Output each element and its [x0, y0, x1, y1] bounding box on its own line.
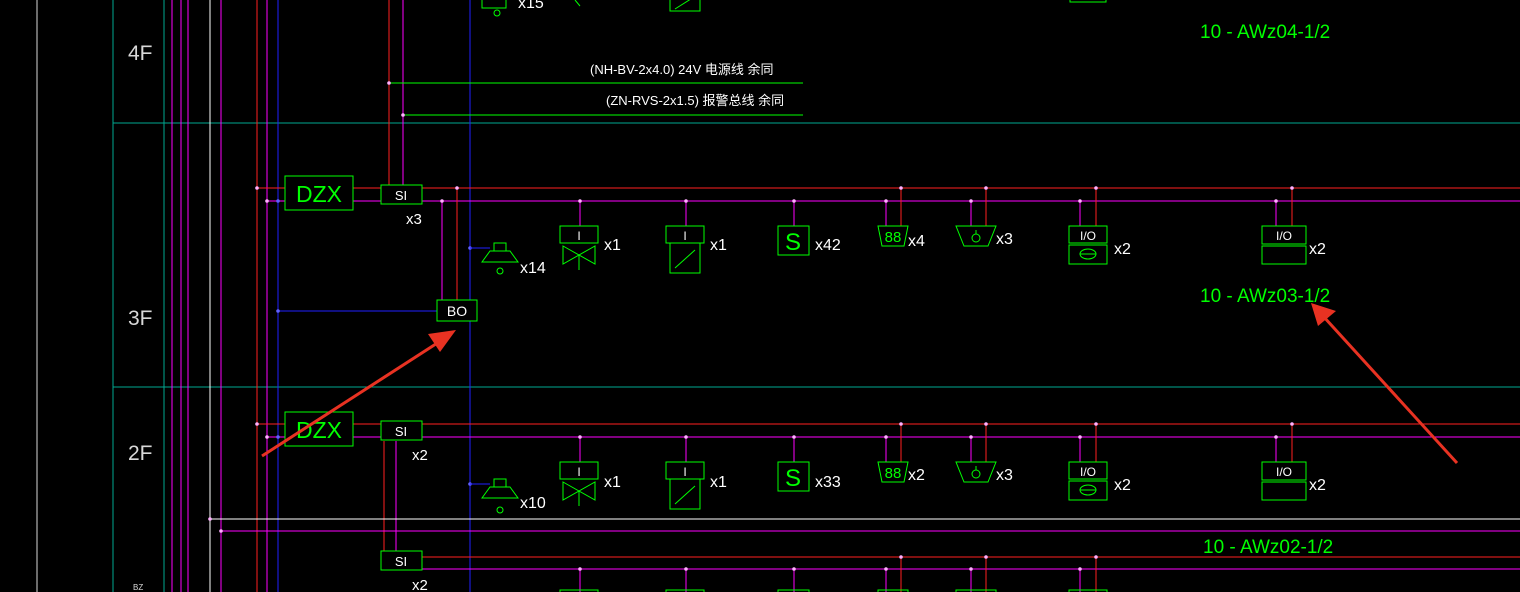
bo-label: BO [447, 303, 467, 319]
speaker-icon-3f [470, 242, 519, 275]
si-panel-3f: SI [380, 184, 423, 205]
io-count-3f-b: x2 [1309, 241, 1326, 258]
smoke-detector-label-3f: S [785, 229, 801, 256]
drops-3f [579, 188, 1293, 226]
si-label-3f: SI [395, 188, 407, 203]
speaker-count-4f: x15 [518, 0, 544, 12]
manual-count-3f: x1 [710, 237, 727, 254]
corner-label: BZ [133, 583, 143, 592]
valve-module-label-3f: I [577, 229, 580, 243]
si-label-1f: SI [395, 554, 407, 569]
bo-panel: BO [436, 299, 478, 322]
manual-alarm-label-2f: I [683, 465, 686, 479]
valve-module-label-2f: I [577, 465, 580, 479]
floor-label-3f: 3F [128, 307, 153, 330]
smoke-count-2f: x33 [815, 474, 841, 491]
speaker-icon-2f [470, 478, 519, 514]
si-count-2f: x2 [412, 447, 428, 464]
loop-label-awz03: 10 - AWz03-1/2 [1200, 286, 1330, 307]
si-count-3f: x3 [406, 211, 422, 228]
si-count-1f: x2 [412, 577, 428, 592]
bus-3f [257, 187, 1520, 312]
dzx-panel-3f: DZX [284, 175, 354, 211]
drops-2f [579, 424, 1293, 462]
dzx-label-3f: DZX [296, 181, 342, 207]
drops-1f [579, 557, 1097, 592]
si-label-2f: SI [395, 424, 407, 439]
hydrant-button-icon-3f [955, 225, 997, 247]
smoke-detector-label-2f: S [785, 465, 801, 492]
manual-alarm-label-3f: I [683, 229, 686, 243]
io-count-2f-b: x2 [1309, 477, 1326, 494]
hydrant-count-3f: x3 [996, 231, 1013, 248]
top-partial-symbols [481, 0, 1107, 17]
display-count-3f: x4 [908, 233, 925, 250]
io-module-label-3f-a: I/O [1080, 229, 1096, 243]
floor-display-label-2f: 88 [885, 465, 902, 482]
valve-count-2f: x1 [604, 474, 621, 491]
floor-label-4f: 4F [128, 42, 153, 65]
hydrant-button-icon-2f [955, 461, 997, 483]
display-count-2f: x2 [908, 467, 925, 484]
si-panel-1f: SI [380, 550, 423, 571]
speaker-count-2f: x10 [520, 495, 546, 512]
si-panel-2f: SI [380, 420, 423, 441]
io-module-label-3f-b: I/O [1276, 229, 1292, 243]
hydrant-count-2f: x3 [996, 467, 1013, 484]
junction-dots [208, 81, 1294, 571]
io-module-label-2f-a: I/O [1080, 465, 1096, 479]
smoke-count-3f: x42 [815, 237, 841, 254]
loop-label-awz02: 10 - AWz02-1/2 [1203, 537, 1333, 558]
speaker-count-3f: x14 [520, 260, 546, 277]
loop-label-awz04: 10 - AWz04-1/2 [1200, 22, 1330, 43]
dzx-panel-2f: DZX [284, 411, 354, 447]
cad-drawing: (NH-BV-2x4.0) 24V 电源线 余同 (ZN-RVS-2x1.5) … [36, 0, 1520, 592]
floor-display-label-3f: 88 [885, 229, 902, 246]
valve-count-3f: x1 [604, 237, 621, 254]
io-count-3f-a: x2 [1114, 241, 1131, 258]
bus-cable-label: (ZN-RVS-2x1.5) 报警总线 余同 [606, 93, 784, 108]
floor-label-2f: 2F [128, 442, 153, 465]
io-count-2f-a: x2 [1114, 477, 1131, 494]
manual-count-2f: x1 [710, 474, 727, 491]
annotation-arrow-awz03 [1311, 303, 1459, 465]
power-cable-label: (NH-BV-2x4.0) 24V 电源线 余同 [590, 62, 774, 77]
io-module-label-2f-b: I/O [1276, 465, 1292, 479]
vertical-risers [171, 0, 471, 592]
